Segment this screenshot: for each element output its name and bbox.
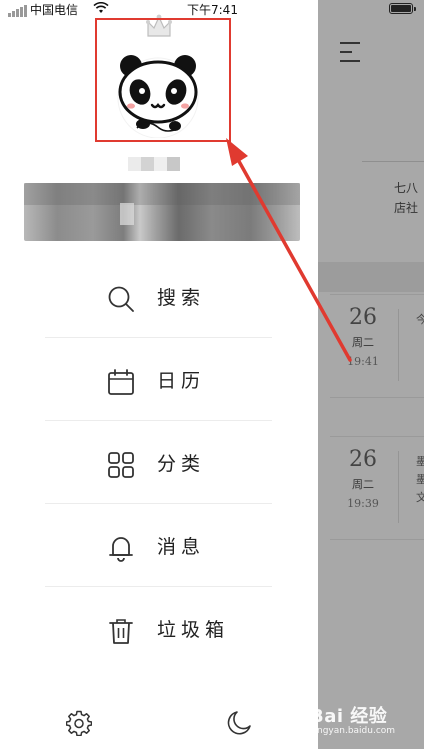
note-date: 26 周二 19:41 [330, 305, 396, 370]
menu-item-trash[interactable]: 垃圾箱 [45, 587, 272, 670]
menu-item-messages[interactable]: 消息 [45, 504, 272, 587]
section-band [318, 262, 424, 292]
user-info-blurred [24, 183, 300, 241]
divider [398, 451, 399, 523]
watermark-brand: Bai 经验 [310, 706, 388, 727]
hamburger-menu-icon[interactable] [340, 42, 360, 64]
divider [362, 161, 424, 162]
note-time: 19:39 [347, 497, 379, 510]
username-blurred [128, 157, 180, 171]
gear-icon[interactable] [66, 710, 92, 736]
menu-item-label: 搜索 [157, 287, 206, 309]
note-weekday: 周二 [352, 478, 374, 491]
note-snippet: 今 [416, 313, 424, 326]
menu-item-label: 日历 [157, 370, 206, 392]
divider [398, 309, 399, 381]
note-card[interactable]: 26 周二 19:41 今 [330, 294, 424, 398]
trash-icon [109, 619, 133, 644]
calendar-icon [108, 369, 134, 395]
bell-icon [109, 537, 133, 562]
watermark-url: jingyan.baidu.com [312, 726, 396, 736]
menu-item-label: 垃圾箱 [157, 619, 230, 641]
note-day: 26 [349, 305, 377, 330]
menu-item-search[interactable]: 搜索 [45, 255, 272, 338]
note-list-background[interactable]: 七八 店社 26 周二 19:41 今 26 周二 19:39 墨 墨 文 [318, 0, 424, 749]
note-weekday: 周二 [352, 336, 374, 349]
note-snippet: 墨 墨 文 [416, 455, 424, 504]
grid-icon [108, 452, 134, 478]
drawer-menu: 搜索 日历 分类 消息 垃圾箱 [45, 255, 272, 670]
note-preview-text: 七八 店社 [394, 181, 419, 215]
menu-item-calendar[interactable]: 日历 [45, 338, 272, 421]
search-icon [108, 286, 134, 312]
battery-icon [389, 3, 416, 14]
highlight-box [95, 18, 231, 142]
menu-item-category[interactable]: 分类 [45, 421, 272, 504]
note-day: 26 [349, 447, 377, 472]
menu-item-label: 分类 [157, 453, 206, 475]
wifi-icon [93, 2, 109, 13]
note-time: 19:41 [347, 355, 379, 368]
status-bar: 中国电信 下午7:41 [0, 0, 424, 18]
moon-icon[interactable] [226, 710, 252, 736]
signal-strength-icon [8, 5, 27, 17]
note-date: 26 周二 19:39 [330, 447, 396, 512]
menu-item-label: 消息 [157, 536, 206, 558]
side-drawer: 搜索 日历 分类 消息 垃圾箱 [0, 0, 318, 749]
status-time: 下午7:41 [187, 3, 238, 17]
baidu-watermark: Bai 经验 jingyan.baidu.com [300, 700, 418, 744]
note-card[interactable]: 26 周二 19:39 墨 墨 文 [330, 436, 424, 540]
carrier-name: 中国电信 [30, 3, 79, 17]
